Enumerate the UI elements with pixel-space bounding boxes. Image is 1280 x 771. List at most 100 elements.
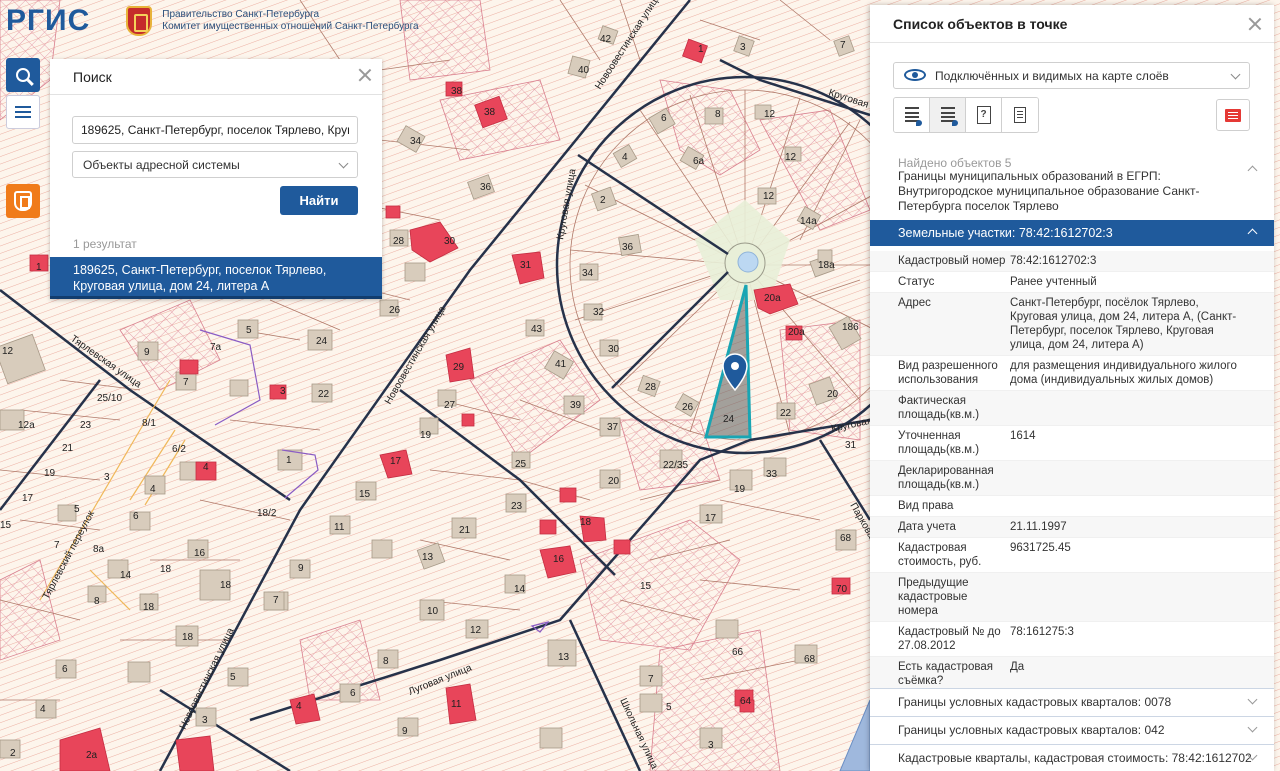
- collapsed-section-2[interactable]: Границы условных кадастровых кварталов: …: [870, 716, 1274, 744]
- svg-text:30: 30: [608, 344, 620, 355]
- svg-text:3: 3: [740, 42, 746, 53]
- attribute-value: [1010, 576, 1260, 618]
- svg-text:25: 25: [515, 459, 527, 470]
- svg-text:4: 4: [622, 152, 628, 163]
- attribute-value: Да: [1010, 661, 1025, 673]
- report-icon: [1225, 108, 1241, 122]
- svg-text:12: 12: [2, 346, 14, 357]
- svg-text:36: 36: [622, 242, 634, 253]
- svg-text:3: 3: [104, 472, 110, 483]
- svg-text:10: 10: [427, 606, 439, 617]
- collapsed-section-1[interactable]: Границы условных кадастровых кварталов: …: [870, 688, 1274, 716]
- attribute-name: Кадастровый номер: [898, 255, 1006, 267]
- svg-text:27: 27: [444, 400, 456, 411]
- menu-button[interactable]: [6, 95, 40, 129]
- svg-text:14: 14: [514, 584, 526, 595]
- svg-text:6: 6: [661, 113, 667, 124]
- view-list-map-button[interactable]: [894, 98, 930, 132]
- svg-text:21: 21: [459, 525, 471, 536]
- svg-text:17: 17: [22, 493, 34, 504]
- svg-text:21: 21: [62, 443, 74, 454]
- svg-text:20: 20: [827, 389, 839, 400]
- attribute-value: [1010, 464, 1260, 492]
- parcel-attributes-table: Кадастровый номер 78:42:1612702:3 Статус Ра…: [870, 251, 1274, 727]
- find-button[interactable]: Найти: [280, 186, 358, 215]
- svg-text:22: 22: [318, 389, 330, 400]
- svg-text:32: 32: [593, 307, 605, 318]
- svg-text:17: 17: [390, 456, 402, 467]
- search-toggle-button[interactable]: [6, 58, 40, 92]
- search-input[interactable]: [72, 116, 358, 144]
- svg-text:6/2: 6/2: [172, 444, 186, 455]
- svg-text:8а: 8а: [93, 544, 105, 555]
- attribute-value: 21.11.1997: [1010, 521, 1067, 533]
- svg-text:6: 6: [133, 511, 139, 522]
- svg-text:3: 3: [708, 740, 714, 751]
- svg-text:4: 4: [150, 484, 156, 495]
- chevron-down-icon: [1247, 694, 1258, 705]
- spb-button[interactable]: [6, 184, 40, 218]
- svg-text:34: 34: [410, 136, 422, 147]
- collapsed-section-label: Границы условных кадастровых кварталов: …: [898, 723, 1165, 737]
- svg-text:70: 70: [836, 584, 848, 595]
- svg-text:8: 8: [715, 109, 721, 120]
- table-row: Дата учета 21.11.1997: [870, 517, 1274, 538]
- svg-text:12: 12: [470, 625, 482, 636]
- svg-text:36: 36: [480, 182, 492, 193]
- svg-text:1: 1: [698, 44, 704, 55]
- svg-text:12а: 12а: [18, 420, 35, 431]
- close-icon[interactable]: [1248, 17, 1262, 31]
- land-parcels-section[interactable]: Земельные участки: 78:42:1612702:3: [870, 220, 1274, 246]
- attribute-name: Кадастровая стоимость, руб.: [898, 542, 982, 568]
- layers-select-label: Подключённых и видимых на карте слоёв: [935, 68, 1169, 83]
- svg-text:7: 7: [648, 674, 654, 685]
- object-type-select[interactable]: Объекты адресной системы: [72, 151, 358, 178]
- attribute-value: 9631725.45: [1010, 542, 1071, 554]
- collapsed-section-3[interactable]: Кадастровые кварталы, кадастровая стоимо…: [870, 744, 1274, 771]
- svg-text:6: 6: [62, 664, 68, 675]
- svg-text:13: 13: [422, 552, 434, 563]
- attribute-value: для размещения индивидуального жилого до…: [1010, 360, 1237, 386]
- table-row: Статус Ранее учтенный: [870, 272, 1274, 293]
- svg-text:66: 66: [732, 647, 744, 658]
- svg-text:26: 26: [682, 402, 694, 413]
- svg-text:31: 31: [845, 440, 857, 451]
- municipality-item[interactable]: Границы муниципальных образований в ЕГРП…: [898, 169, 1238, 214]
- svg-text:3: 3: [280, 386, 286, 397]
- svg-text:18: 18: [580, 517, 592, 528]
- layers-select[interactable]: Подключённых и видимых на карте слоёв: [893, 62, 1250, 89]
- table-row: Декларированная площадь(кв.м.): [870, 461, 1274, 496]
- attribute-name: Фактическая площадь(кв.м.): [898, 395, 980, 421]
- object-type-label: Объекты адресной системы: [83, 157, 240, 172]
- view-mode-toolbar: ?: [893, 97, 1039, 133]
- spb-coat-of-arms-icon: [126, 6, 153, 36]
- view-help-button[interactable]: ?: [966, 98, 1002, 132]
- table-row: Кадастровый № до 27.08.2012 78:161275:3: [870, 622, 1274, 657]
- chevron-up-icon[interactable]: [1247, 165, 1258, 176]
- table-row: Вид разрешенного использования для размещ…: [870, 356, 1274, 391]
- svg-text:19: 19: [44, 468, 56, 479]
- table-row: Фактическая площадь(кв.м.): [870, 391, 1274, 426]
- svg-text:42: 42: [600, 34, 612, 45]
- menu-icon: [15, 106, 31, 118]
- svg-text:3: 3: [202, 715, 208, 726]
- search-result-item[interactable]: 189625, Санкт-Петербург, поселок Тярлево…: [50, 257, 382, 299]
- attribute-name: Есть кадастровая съёмка?: [898, 661, 993, 687]
- svg-text:33: 33: [766, 469, 778, 480]
- attribute-value: [1010, 499, 1260, 513]
- svg-text:16: 16: [194, 548, 206, 559]
- view-table-button[interactable]: [930, 98, 966, 132]
- svg-text:22/35: 22/35: [663, 460, 688, 471]
- svg-text:38: 38: [484, 107, 496, 118]
- svg-text:18а: 18а: [818, 260, 835, 271]
- rgis-logo[interactable]: РГИС: [6, 4, 90, 38]
- svg-text:7: 7: [183, 377, 189, 388]
- svg-text:5: 5: [230, 672, 236, 683]
- svg-text:8: 8: [383, 656, 389, 667]
- svg-text:15: 15: [640, 581, 652, 592]
- eye-icon: [904, 69, 926, 81]
- svg-text:186: 186: [842, 322, 859, 333]
- view-doc-button[interactable]: [1002, 98, 1038, 132]
- report-button[interactable]: [1216, 99, 1250, 131]
- close-icon[interactable]: [358, 68, 372, 82]
